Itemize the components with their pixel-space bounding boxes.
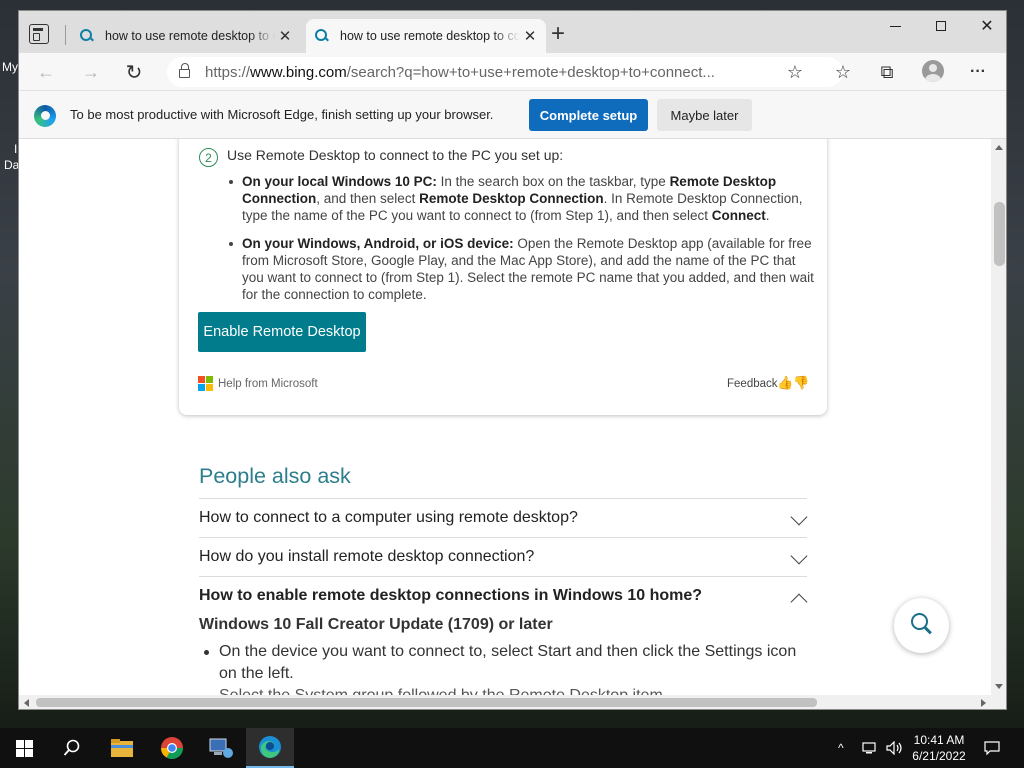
chevron-down-icon xyxy=(790,547,808,565)
lock-icon[interactable] xyxy=(179,63,190,78)
taskbar-edge[interactable] xyxy=(246,728,294,768)
taskbar-chrome[interactable] xyxy=(148,728,196,768)
browser-window: how to use remote desktop to connect to … xyxy=(18,10,1007,710)
chrome-icon xyxy=(161,737,183,759)
bing-search-icon xyxy=(314,28,330,44)
settings-menu-icon[interactable]: ··· xyxy=(965,59,991,85)
desktop-label-i[interactable]: I xyxy=(14,142,17,156)
start-button[interactable] xyxy=(16,740,33,757)
bullet-local-pc: On your local Windows 10 PC: In the sear… xyxy=(229,173,817,224)
add-favorite-icon[interactable]: ☆ xyxy=(782,59,808,85)
taskbar-clock[interactable]: 10:41 AM 6/21/2022 xyxy=(906,732,972,764)
scroll-left-icon[interactable] xyxy=(24,699,29,707)
tab-2-active[interactable]: how to use remote desktop to connect to … xyxy=(306,19,546,53)
setup-infobar: To be most productive with Microsoft Edg… xyxy=(19,90,1006,139)
new-tab-button[interactable]: + xyxy=(551,22,565,46)
forward-button[interactable]: → xyxy=(78,59,104,85)
taskbar-search-button[interactable] xyxy=(48,728,96,768)
thumbs-down-icon[interactable]: 👎 xyxy=(793,375,809,391)
people-also-ask-title: People also ask xyxy=(199,464,351,488)
folder-icon xyxy=(111,739,133,757)
bullet-devices: On your Windows, Android, or iOS device:… xyxy=(229,235,817,303)
enable-remote-desktop-button[interactable]: Enable Remote Desktop xyxy=(198,312,366,352)
minimize-icon xyxy=(889,25,901,27)
tab-1-close-icon[interactable]: ✕ xyxy=(275,27,295,45)
profile-avatar-icon[interactable] xyxy=(922,60,944,82)
step-number: 2 xyxy=(199,148,218,167)
edge-icon xyxy=(259,736,281,758)
answer-heading: Windows 10 Fall Creator Update (1709) or… xyxy=(199,616,553,633)
url-text[interactable]: https://www.bing.com/search?q=how+to+use… xyxy=(205,64,715,81)
tab-separator xyxy=(65,25,66,45)
notifications-icon[interactable] xyxy=(984,728,1000,768)
paa-question-3[interactable]: How to enable remote desktop connections… xyxy=(199,576,808,615)
complete-setup-button[interactable]: Complete setup xyxy=(529,99,648,131)
clock-date: 6/21/2022 xyxy=(912,749,966,763)
horizontal-scrollbar[interactable] xyxy=(19,695,1006,709)
volume-icon[interactable] xyxy=(886,728,904,768)
scroll-up-icon[interactable] xyxy=(995,145,1003,150)
close-window-button[interactable]: ✕ xyxy=(964,11,1006,41)
browser-toolbar: ← → ↻ https://www.bing.com/search?q=how+… xyxy=(19,53,1006,90)
tab-1[interactable]: how to use remote desktop to connect to … xyxy=(71,19,301,53)
collections-icon[interactable]: ⧉ xyxy=(874,59,900,85)
tab-1-title: how to use remote desktop to connect to … xyxy=(105,29,275,43)
tab-2-title: how to use remote desktop to connect to … xyxy=(340,29,520,43)
scroll-down-icon[interactable] xyxy=(995,684,1003,689)
page-content: 2 Use Remote Desktop to connect to the P… xyxy=(19,139,991,695)
microsoft-logo-icon xyxy=(198,376,214,392)
refresh-button[interactable]: ↻ xyxy=(121,59,147,85)
step-text: Use Remote Desktop to connect to the PC … xyxy=(227,147,564,163)
vertical-scroll-thumb[interactable] xyxy=(994,202,1005,266)
search-fab-button[interactable] xyxy=(894,598,949,653)
answer-bullet-cut: Select the System group followed by the … xyxy=(219,687,667,695)
address-bar[interactable]: https://www.bing.com/search?q=how+to+use… xyxy=(167,57,843,87)
favorites-icon[interactable]: ☆ xyxy=(830,59,856,85)
taskbar: ^ 10:41 AM 6/21/2022 xyxy=(0,728,1024,768)
feedback-link[interactable]: Feedback xyxy=(727,378,778,390)
chevron-down-icon xyxy=(790,508,808,526)
thumbs-up-icon[interactable]: 👍 xyxy=(777,375,793,391)
back-button[interactable]: ← xyxy=(33,59,59,85)
network-computer-icon xyxy=(209,738,233,758)
tray-overflow-chevron[interactable]: ^ xyxy=(838,728,844,768)
taskbar-network-app[interactable] xyxy=(197,728,245,768)
close-icon: ✕ xyxy=(980,18,994,35)
tab-2-close-icon[interactable]: ✕ xyxy=(520,27,540,45)
vertical-scrollbar[interactable] xyxy=(991,139,1006,695)
help-from-microsoft: Help from Microsoft xyxy=(218,378,318,390)
minimize-button[interactable] xyxy=(872,11,918,41)
maybe-later-button[interactable]: Maybe later xyxy=(657,99,752,131)
taskbar-file-explorer[interactable] xyxy=(98,728,146,768)
search-icon xyxy=(63,739,80,756)
edge-logo-icon xyxy=(34,105,56,127)
maximize-icon xyxy=(936,21,946,31)
answer-bullet: On the device you want to connect to, se… xyxy=(204,641,809,685)
clock-time: 10:41 AM xyxy=(913,733,965,747)
network-icon[interactable] xyxy=(862,728,878,768)
maximize-button[interactable] xyxy=(918,11,964,41)
chevron-up-icon xyxy=(790,593,808,611)
tab-bar: how to use remote desktop to connect to … xyxy=(19,11,1006,53)
desktop-label-my[interactable]: My xyxy=(2,60,18,74)
horizontal-scroll-thumb[interactable] xyxy=(36,698,817,707)
paa-question-2[interactable]: How do you install remote desktop connec… xyxy=(199,537,808,576)
scroll-right-icon[interactable] xyxy=(981,699,986,707)
paa-question-1[interactable]: How to connect to a computer using remot… xyxy=(199,498,808,537)
tab-actions-icon[interactable] xyxy=(29,24,49,44)
infobar-message: To be most productive with Microsoft Edg… xyxy=(70,107,494,122)
bing-search-icon xyxy=(79,28,95,44)
